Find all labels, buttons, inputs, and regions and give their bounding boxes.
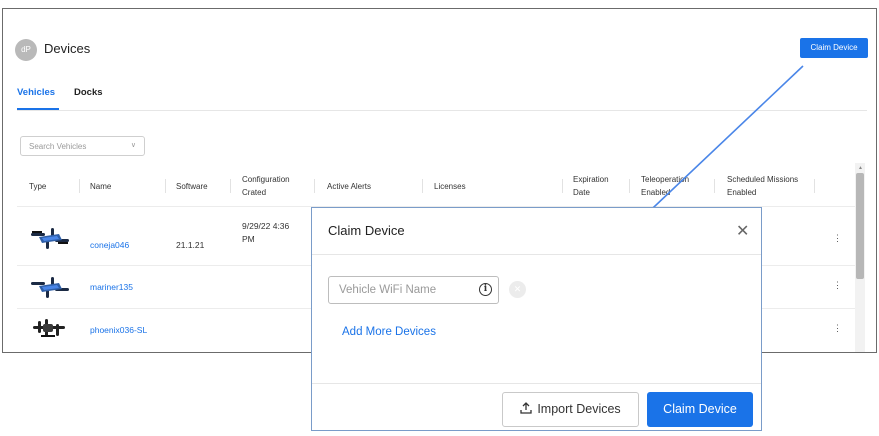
close-icon[interactable]: ✕: [736, 221, 749, 241]
remove-device-icon[interactable]: ✕: [509, 281, 526, 298]
modal-footer-divider: [312, 383, 761, 384]
import-devices-button[interactable]: Import Devices: [502, 392, 639, 427]
modal-claim-device-button[interactable]: Claim Device: [647, 392, 753, 427]
import-devices-label: Import Devices: [537, 402, 621, 416]
info-icon[interactable]: i: [479, 283, 492, 296]
claim-device-modal: Claim Device ✕ Vehicle WiFi Name i ✕ Add…: [311, 207, 762, 431]
upload-icon: [520, 402, 532, 414]
modal-header-divider: [312, 254, 761, 255]
add-more-devices-link[interactable]: Add More Devices: [342, 326, 436, 338]
modal-title: Claim Device: [328, 223, 405, 238]
wifi-input-placeholder: Vehicle WiFi Name: [339, 284, 437, 296]
vehicle-wifi-name-input[interactable]: Vehicle WiFi Name i: [328, 276, 499, 304]
